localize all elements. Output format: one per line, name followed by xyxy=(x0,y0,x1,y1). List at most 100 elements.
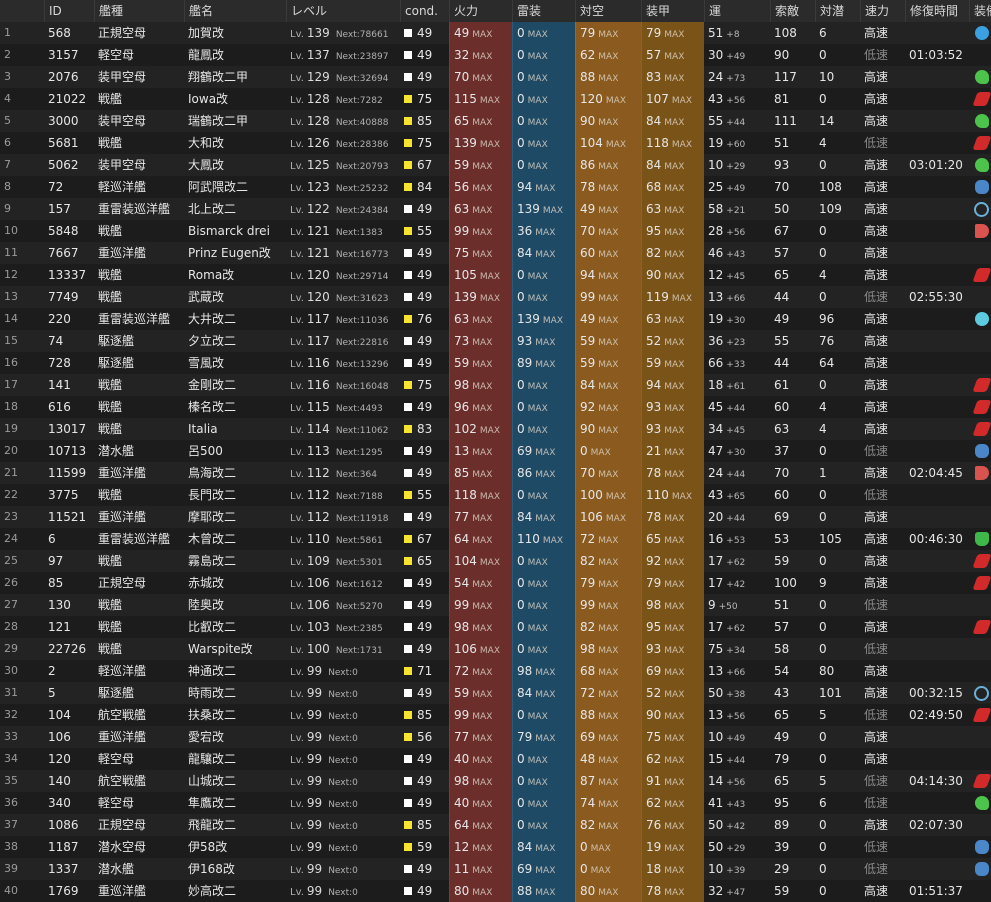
header-asw[interactable]: 対潜 xyxy=(815,0,860,22)
header-torpedo[interactable]: 雷装 xyxy=(512,0,575,22)
firepower-stat: 85 MAX xyxy=(449,462,512,484)
table-row[interactable]: 12 13337 戦艦 Roma改 Lv. 120 Next:29714 49 105 MAX 0 M… xyxy=(0,264,991,286)
header-type[interactable]: 艦種 xyxy=(94,0,184,22)
equipment[interactable] xyxy=(969,176,991,198)
speed: 高速 xyxy=(864,422,889,436)
firepower-value: 63 xyxy=(454,312,470,326)
table-row[interactable]: 26 85 正規空母 赤城改 Lv. 106 Next:1612 49 54 MAX 0 MAX 79 M… xyxy=(0,572,991,594)
table-row[interactable]: 28 121 戦艦 比叡改二 Lv. 103 Next:2385 49 98 MAX 0 MAX 82 M… xyxy=(0,616,991,638)
equipment[interactable] xyxy=(969,330,991,352)
equipment[interactable] xyxy=(969,506,991,528)
table-row[interactable]: 14 220 重雷装巡洋艦 大井改二 Lv. 117 Next:11036 76 63 MAX 13… xyxy=(0,308,991,330)
table-row[interactable]: 9 157 重雷装巡洋艦 北上改二 Lv. 122 Next:24384 49 63 MAX 139… xyxy=(0,198,991,220)
table-row[interactable]: 30 2 軽巡洋艦 神通改二 Lv. 99 Next:0 71 72 MAX 98 MAX 68 MAX 6… xyxy=(0,660,991,682)
equipment[interactable] xyxy=(969,286,991,308)
equipment[interactable] xyxy=(969,154,991,176)
table-row[interactable]: 16 728 駆逐艦 雪風改 Lv. 116 Next:13296 49 59 MAX 89 MAX 5… xyxy=(0,352,991,374)
equipment[interactable] xyxy=(969,66,991,88)
table-row[interactable]: 32 104 航空戦艦 扶桑改二 Lv. 99 Next:0 85 99 MAX 0 MAX 88 MAX… xyxy=(0,704,991,726)
table-row[interactable]: 15 74 駆逐艦 夕立改二 Lv. 117 Next:22816 49 73 MAX 93 MAX 5… xyxy=(0,330,991,352)
table-row[interactable]: 10 5848 戦艦 Bismarck drei Lv. 121 Next:1383 55 99… xyxy=(0,220,991,242)
equipment[interactable] xyxy=(969,858,991,880)
equipment[interactable] xyxy=(969,528,991,550)
equipment[interactable] xyxy=(969,220,991,242)
equipment[interactable] xyxy=(969,22,991,44)
table-row[interactable]: 36 340 軽空母 隼鷹改二 Lv. 99 Next:0 49 40 MAX 0 MAX 74 MAX 6… xyxy=(0,792,991,814)
equipment[interactable] xyxy=(969,748,991,770)
table-row[interactable]: 6 5681 戦艦 大和改 Lv. 126 Next:28386 75 139 MAX 0 MAX 10… xyxy=(0,132,991,154)
equipment[interactable] xyxy=(969,242,991,264)
table-row[interactable]: 2 3157 軽空母 龍鳳改 Lv. 137 Next:23897 49 32 MAX 0 MAX 62… xyxy=(0,44,991,66)
header-id[interactable]: ID xyxy=(44,0,94,22)
equipment[interactable] xyxy=(969,638,991,660)
equipment[interactable] xyxy=(969,198,991,220)
header-armor[interactable]: 装甲 xyxy=(641,0,704,22)
equipment[interactable] xyxy=(969,374,991,396)
table-row[interactable]: 37 1086 正規空母 飛龍改二 Lv. 99 Next:0 85 64 MAX 0 MAX 82 MA… xyxy=(0,814,991,836)
equipment[interactable] xyxy=(969,704,991,726)
speed: 高速 xyxy=(864,246,889,260)
table-row[interactable]: 29 22726 戦艦 Warspite改 Lv. 100 Next:1731 49 106 MA… xyxy=(0,638,991,660)
equipment[interactable] xyxy=(969,550,991,572)
equipment[interactable] xyxy=(969,462,991,484)
table-row[interactable]: 7 5062 装甲空母 大鳳改 Lv. 125 Next:20793 67 59 MAX 0 MAX 8… xyxy=(0,154,991,176)
equipment[interactable] xyxy=(969,88,991,110)
equipment[interactable] xyxy=(969,110,991,132)
table-row[interactable]: 8 72 軽巡洋艦 阿武隈改二 Lv. 123 Next:25232 84 56 MAX 94 MAX… xyxy=(0,176,991,198)
table-row[interactable]: 19 13017 戦艦 Italia Lv. 114 Next:11062 83 102 MAX 0… xyxy=(0,418,991,440)
table-row[interactable]: 18 616 戦艦 榛名改二 Lv. 115 Next:4493 49 96 MAX 0 MAX 92 M… xyxy=(0,396,991,418)
table-row[interactable]: 22 3775 戦艦 長門改二 Lv. 112 Next:7188 55 118 MAX 0 MAX 1… xyxy=(0,484,991,506)
table-row[interactable]: 35 140 航空戦艦 山城改二 Lv. 99 Next:0 49 98 MAX 0 MAX 87 MAX… xyxy=(0,770,991,792)
header-equipment[interactable]: 装備 xyxy=(969,0,991,22)
table-row[interactable]: 38 1187 潜水空母 伊58改 Lv. 99 Next:0 59 12 MAX 84 MAX 0 MA… xyxy=(0,836,991,858)
equipment[interactable] xyxy=(969,352,991,374)
header-speed[interactable]: 速力 xyxy=(860,0,905,22)
header-name[interactable]: 艦名 xyxy=(184,0,286,22)
equipment[interactable] xyxy=(969,616,991,638)
table-row[interactable]: 13 7749 戦艦 武蔵改 Lv. 120 Next:31623 49 139 MAX 0 MAX 9… xyxy=(0,286,991,308)
table-row[interactable]: 27 130 戦艦 陸奥改 Lv. 106 Next:5270 49 99 MAX 0 MAX 99 MA… xyxy=(0,594,991,616)
table-row[interactable]: 11 7667 重巡洋艦 Prinz Eugen改 Lv. 121 Next:16773 49… xyxy=(0,242,991,264)
equipment[interactable] xyxy=(969,770,991,792)
equipment[interactable] xyxy=(969,308,991,330)
table-row[interactable]: 5 3000 装甲空母 瑞鶴改二甲 Lv. 128 Next:40888 85 65 MAX 0 MA… xyxy=(0,110,991,132)
header-anti-air[interactable]: 対空 xyxy=(575,0,641,22)
header-repair-time[interactable]: 修復時間 xyxy=(905,0,969,22)
equipment[interactable] xyxy=(969,682,991,704)
equipment[interactable] xyxy=(969,418,991,440)
table-row[interactable]: 1 568 正規空母 加賀改 Lv. 139 Next:78661 49 49 MAX 0 MAX 79… xyxy=(0,22,991,44)
table-row[interactable]: 24 6 重雷装巡洋艦 木曾改二 Lv. 110 Next:5861 67 64 MAX 110 MA… xyxy=(0,528,991,550)
table-row[interactable]: 3 2076 装甲空母 翔鶴改二甲 Lv. 129 Next:32694 49 70 MAX 0 MA… xyxy=(0,66,991,88)
table-row[interactable]: 25 97 戦艦 霧島改二 Lv. 109 Next:5301 65 104 MAX 0 MAX 82 M… xyxy=(0,550,991,572)
equipment[interactable] xyxy=(969,594,991,616)
table-row[interactable]: 20 10713 潜水艦 呂500 Lv. 113 Next:1295 49 13 MAX 69 MA… xyxy=(0,440,991,462)
table-row[interactable]: 31 5 駆逐艦 時雨改二 Lv. 99 Next:0 49 59 MAX 84 MAX 72 MAX 52… xyxy=(0,682,991,704)
equipment[interactable] xyxy=(969,484,991,506)
equipment[interactable] xyxy=(969,836,991,858)
table-row[interactable]: 39 1337 潜水艦 伊168改 Lv. 99 Next:0 49 11 MAX 69 MAX 0 MA… xyxy=(0,858,991,880)
header-luck[interactable]: 運 xyxy=(704,0,770,22)
equipment[interactable] xyxy=(969,44,991,66)
equipment[interactable] xyxy=(969,726,991,748)
header-cond[interactable]: cond. xyxy=(400,0,449,22)
equipment[interactable] xyxy=(969,132,991,154)
table-row[interactable]: 33 106 重巡洋艦 愛宕改 Lv. 99 Next:0 56 77 MAX 79 MAX 69 MAX… xyxy=(0,726,991,748)
table-row[interactable]: 17 141 戦艦 金剛改二 Lv. 116 Next:16048 75 98 MAX 0 MAX 84… xyxy=(0,374,991,396)
table-row[interactable]: 34 120 軽空母 龍驤改二 Lv. 99 Next:0 49 40 MAX 0 MAX 48 MAX 6… xyxy=(0,748,991,770)
equipment[interactable] xyxy=(969,792,991,814)
table-row[interactable]: 23 11521 重巡洋艦 摩耶改二 Lv. 112 Next:11918 49 77 MAX 84… xyxy=(0,506,991,528)
table-row[interactable]: 21 11599 重巡洋艦 鳥海改二 Lv. 112 Next:364 49 85 MAX 86 MA… xyxy=(0,462,991,484)
header-firepower[interactable]: 火力 xyxy=(449,0,512,22)
equipment[interactable] xyxy=(969,440,991,462)
level-prefix: Lv. xyxy=(290,513,304,524)
equipment[interactable] xyxy=(969,264,991,286)
equipment[interactable] xyxy=(969,572,991,594)
header-los[interactable]: 索敵 xyxy=(770,0,815,22)
equipment[interactable] xyxy=(969,814,991,836)
table-row[interactable]: 4 21022 戦艦 Iowa改 Lv. 128 Next:7282 75 115 MAX 0 MAX… xyxy=(0,88,991,110)
header-level[interactable]: レベル xyxy=(286,0,400,22)
equipment[interactable] xyxy=(969,660,991,682)
equipment[interactable] xyxy=(969,396,991,418)
header-index[interactable] xyxy=(0,0,44,22)
condition: 49 xyxy=(400,594,449,616)
